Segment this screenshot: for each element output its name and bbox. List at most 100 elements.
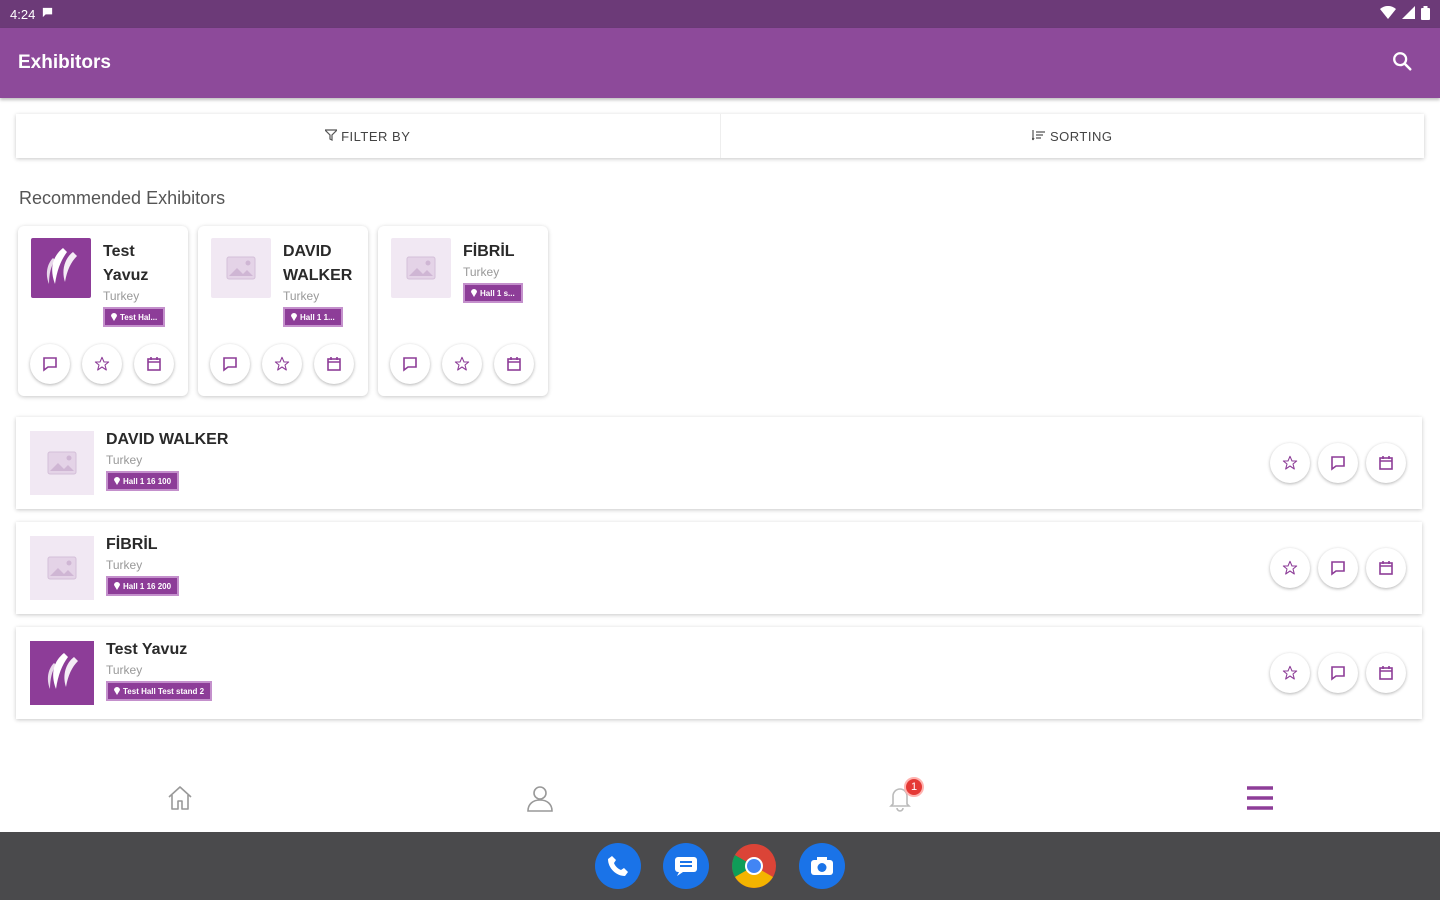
- star-icon: [1282, 455, 1298, 471]
- appointment-button[interactable]: [1366, 653, 1406, 693]
- filter-by-button[interactable]: FILTER BY: [16, 114, 720, 158]
- favorite-button[interactable]: [1270, 443, 1310, 483]
- recommended-exhibitor-card[interactable]: FİBRİL Turkey Hall 1 s...: [378, 226, 548, 396]
- exhibitor-name: DAVID WALKER: [283, 243, 353, 284]
- nav-notifications[interactable]: 1: [720, 768, 1080, 832]
- sorting-button[interactable]: SORTING: [719, 114, 1425, 158]
- location-text: Test Hal...: [120, 312, 158, 322]
- recommended-exhibitor-card[interactable]: DAVID WALKER Turkey Hall 1 1...: [198, 226, 368, 396]
- calendar-icon: [1378, 455, 1394, 471]
- chat-icon: [1330, 455, 1346, 471]
- pin-icon: [471, 289, 477, 297]
- star-icon: [1282, 665, 1298, 681]
- exhibitor-name: DAVID WALKER: [106, 431, 229, 448]
- image-placeholder-icon: [30, 431, 94, 495]
- location-text: Hall 1 s...: [480, 288, 515, 298]
- chat-button[interactable]: [390, 344, 430, 384]
- section-title: Recommended Exhibitors: [19, 188, 226, 208]
- location-badge: Hall 1 16 100: [106, 471, 180, 491]
- chrome-app-icon[interactable]: [731, 843, 777, 889]
- favorite-button[interactable]: [442, 344, 482, 384]
- filter-icon: [323, 128, 339, 144]
- pin-icon: [111, 313, 117, 321]
- card-actions: [390, 344, 534, 384]
- pin-icon: [114, 582, 120, 590]
- battery-icon: [1421, 5, 1430, 23]
- exhibitor-info: Test Yavuz Turkey Test Hall Test stand 2: [106, 641, 213, 701]
- star-icon: [454, 356, 470, 372]
- location-text: Hall 1 16 100: [123, 476, 172, 486]
- filter-by-label: FILTER BY: [341, 128, 411, 144]
- message-notification-icon: [41, 6, 54, 22]
- search-button[interactable]: [1382, 43, 1422, 83]
- chat-button[interactable]: [1318, 548, 1358, 588]
- chat-icon: [222, 356, 238, 372]
- camera-app-icon[interactable]: [799, 843, 845, 889]
- home-icon: [165, 783, 195, 818]
- phone-app-icon[interactable]: [595, 843, 641, 889]
- chat-button[interactable]: [210, 344, 250, 384]
- nav-profile[interactable]: [360, 768, 720, 832]
- appointment-button[interactable]: [1366, 443, 1406, 483]
- exhibitor-country: Turkey: [463, 265, 500, 279]
- nav-home[interactable]: [0, 768, 360, 832]
- cell-signal-icon: [1402, 6, 1415, 22]
- appointment-button[interactable]: [134, 344, 174, 384]
- menu-icon: [1245, 784, 1275, 817]
- star-icon: [1282, 560, 1298, 576]
- exhibitor-country: Turkey: [106, 663, 143, 677]
- chat-icon: [1330, 665, 1346, 681]
- calendar-icon: [326, 356, 342, 372]
- exhibitor-country: Turkey: [103, 289, 140, 303]
- chat-button[interactable]: [30, 344, 70, 384]
- favorite-button[interactable]: [1270, 653, 1310, 693]
- appointment-button[interactable]: [314, 344, 354, 384]
- exhibitor-name: Test Yavuz: [106, 641, 188, 658]
- star-icon: [94, 356, 110, 372]
- image-placeholder-icon: [30, 536, 94, 600]
- image-placeholder-icon: [211, 238, 271, 298]
- exhibitor-country: Turkey: [106, 453, 143, 467]
- favorite-button[interactable]: [1270, 548, 1310, 588]
- wifi-icon: [1380, 5, 1396, 22]
- pin-icon: [114, 687, 120, 695]
- system-dock: [0, 832, 1440, 900]
- exhibitor-logo: [30, 641, 94, 705]
- location-text: Test Hall Test stand 2: [123, 686, 205, 696]
- favorite-button[interactable]: [262, 344, 302, 384]
- exhibitor-list-item[interactable]: FİBRİL Turkey Hall 1 16 200: [16, 522, 1422, 614]
- exhibitor-name: FİBRİL: [106, 536, 158, 553]
- chat-button[interactable]: [1318, 653, 1358, 693]
- exhibitor-country: Turkey: [106, 558, 143, 572]
- messages-app-icon[interactable]: [663, 843, 709, 889]
- location-badge: Test Hall Test stand 2: [106, 681, 213, 701]
- calendar-icon: [1378, 665, 1394, 681]
- exhibitor-list-item[interactable]: Test Yavuz Turkey Test Hall Test stand 2: [16, 627, 1422, 719]
- notification-count-badge: 1: [904, 777, 924, 797]
- exhibitor-name: FİBRİL: [463, 243, 515, 260]
- pin-icon: [114, 477, 120, 485]
- status-time: 4:24: [10, 6, 36, 22]
- nav-menu[interactable]: [1080, 768, 1440, 832]
- chat-icon: [1330, 560, 1346, 576]
- chat-icon: [402, 356, 418, 372]
- appointment-button[interactable]: [494, 344, 534, 384]
- card-actions: [30, 344, 174, 384]
- exhibitor-country: Turkey: [283, 289, 320, 303]
- appointment-button[interactable]: [1366, 548, 1406, 588]
- favorite-button[interactable]: [82, 344, 122, 384]
- search-icon: [1391, 50, 1413, 77]
- chat-icon: [42, 356, 58, 372]
- page-title: Exhibitors: [18, 52, 111, 73]
- person-icon: [525, 783, 555, 818]
- star-icon: [274, 356, 290, 372]
- app-bar: Exhibitors: [0, 28, 1440, 98]
- exhibitor-list-item[interactable]: DAVID WALKER Turkey Hall 1 16 100: [16, 417, 1422, 509]
- recommended-exhibitor-card[interactable]: Test Yavuz Turkey Test Hal...: [18, 226, 188, 396]
- chat-button[interactable]: [1318, 443, 1358, 483]
- exhibitor-name: Test Yavuz: [103, 243, 149, 284]
- bottom-navigation: 1: [0, 768, 1440, 832]
- list-actions: [1270, 653, 1406, 693]
- image-placeholder-icon: [391, 238, 451, 298]
- exhibitor-logo: [31, 238, 91, 298]
